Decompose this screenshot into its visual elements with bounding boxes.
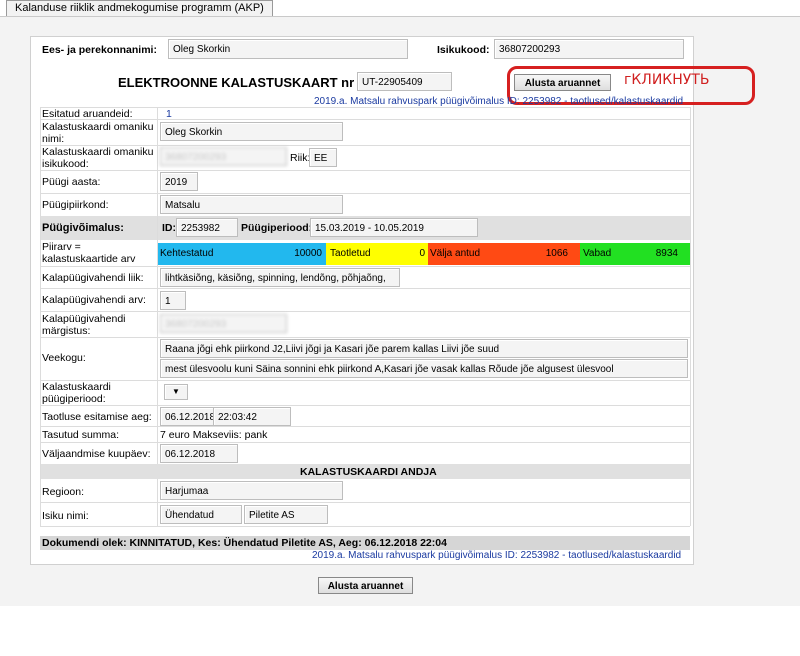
limit-label: Piirarv = kalastuskaartide arv — [42, 241, 136, 265]
owner-name-label: Kalastuskaardi omaniku nimi: — [42, 121, 154, 145]
reports-value[interactable]: 1 — [166, 108, 172, 120]
apply-time-field[interactable]: 22:03:42 — [213, 407, 291, 426]
paid-label: Tasutud summa: — [42, 429, 120, 441]
owner-name-field[interactable]: Oleg Skorkin — [160, 122, 343, 141]
region-label: Püügipiirkond: — [42, 199, 109, 211]
id-field[interactable]: 36807200293 — [494, 39, 684, 59]
issue-date-field[interactable]: 06.12.2018 — [160, 444, 238, 463]
limit-set-value: 10000 — [268, 243, 326, 265]
footer-permit-link[interactable]: 2019.a. Matsalu rahvuspark püügivõimalus… — [312, 550, 681, 561]
water-field-1[interactable]: Raana jõgi ehk piirkond J2,Liivi jõgi ja… — [160, 339, 688, 358]
issuer-section-title: KALASTUSKAARDI ANDJA — [300, 466, 437, 478]
card-period-label: Kalastuskaardi püügiperiood: — [42, 381, 111, 405]
annotation-text: гКЛИКНУТЬ — [624, 72, 710, 88]
limit-free-value: 8934 — [640, 243, 690, 265]
limit-set: Kehtestatud — [158, 243, 268, 265]
period-field[interactable]: 15.03.2019 - 10.05.2019 — [310, 218, 478, 237]
limit-issued-value: 1066 — [532, 243, 580, 265]
region-field[interactable]: Matsalu — [160, 195, 343, 214]
opportunity-label: Püügivõimalus: — [42, 222, 124, 234]
limit-applied: Taotletud — [326, 243, 398, 265]
apply-time-label: Taotluse esitamise aeg: — [42, 411, 152, 423]
id-label: Isikukood: — [437, 44, 490, 56]
gear-count-label: Kalapüügivahendi arv: — [42, 294, 146, 306]
limit-free: Vabad — [580, 243, 640, 265]
owner-id-label: Kalastuskaardi omaniku isikukood: — [42, 146, 154, 170]
gear-type-field[interactable]: lihtkäsiõng, käsiõng, spinning, lendõng,… — [160, 268, 400, 287]
water-label: Veekogu: — [42, 352, 86, 364]
country-label: Riik: — [290, 152, 311, 164]
owner-id-field[interactable]: 36807200293 — [160, 147, 287, 166]
permit-link[interactable]: 2019.a. Matsalu rahvuspark püügivõimalus… — [314, 96, 683, 107]
gear-mark-field[interactable]: 36807200293 — [160, 314, 287, 333]
limit-issued: Välja antud — [428, 243, 532, 265]
tab-akp[interactable]: Kalanduse riiklik andmekogumise programm… — [6, 0, 273, 16]
year-label: Püügi aasta: — [42, 176, 101, 188]
issue-date-label: Väljaandmise kuupäev: — [42, 448, 151, 460]
chevron-down-icon: ▼ — [172, 387, 180, 396]
opportunity-id-field[interactable]: 2253982 — [176, 218, 238, 237]
tab-bar: Kalanduse riiklik andmekogumise programm… — [0, 0, 800, 17]
issuer-region-label: Regioon: — [42, 486, 85, 498]
start-report-bottom-button[interactable]: Alusta aruannet — [318, 577, 413, 594]
card-period-select[interactable]: ▼ — [164, 384, 188, 400]
issuer-person-field-1[interactable]: Ühendatud — [160, 505, 242, 524]
card-title: ELEKTROONNE KALASTUSKAART nr — [118, 75, 355, 90]
gear-mark-label: Kalapüügivahendi märgistus: — [42, 313, 126, 337]
document-status: Dokumendi olek: KINNITATUD, Kes: Ühendat… — [42, 537, 447, 549]
country-field[interactable]: EE — [309, 148, 337, 167]
issuer-person-field-2[interactable]: Piletite AS — [244, 505, 328, 524]
opportunity-id-prefix: ID: — [162, 222, 176, 234]
name-label: Ees- ja perekonnanimi: — [42, 44, 157, 56]
limit-applied-value: 0 — [398, 243, 428, 265]
gear-count-field[interactable]: 1 — [160, 291, 186, 310]
period-label: Püügiperiood: — [241, 222, 313, 234]
reports-label: Esitatud aruandeid: — [42, 108, 133, 120]
issuer-person-label: Isiku nimi: — [42, 510, 89, 522]
water-field-2[interactable]: mest ülesvoolu kuni Säina sonnini ehk pi… — [160, 359, 688, 378]
paid-value: 7 euro Makseviis: pank — [160, 429, 268, 441]
card-number-field[interactable]: UT-22905409 — [357, 72, 452, 91]
year-field[interactable]: 2019 — [160, 172, 198, 191]
issuer-region-field[interactable]: Harjumaa — [160, 481, 343, 500]
name-field[interactable]: Oleg Skorkin — [168, 39, 408, 59]
gear-type-label: Kalapüügivahendi liik: — [42, 272, 144, 284]
